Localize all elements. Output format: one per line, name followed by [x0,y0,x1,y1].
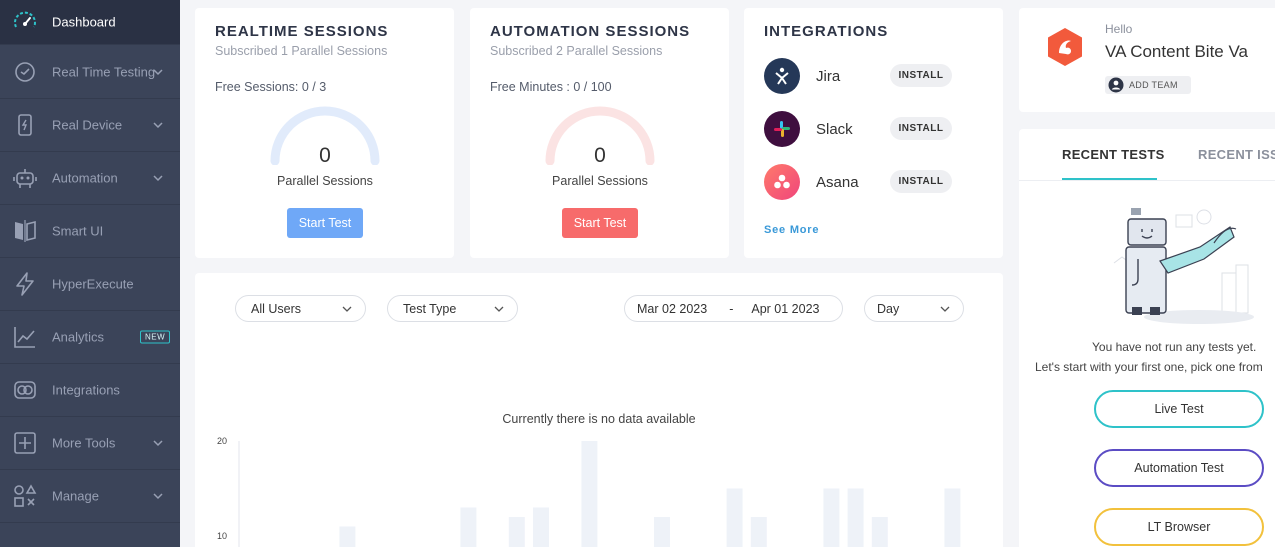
tab-recent-tests[interactable]: RECENT TESTS [1062,147,1165,162]
gauge-label: Parallel Sessions [277,174,373,188]
compare-icon [12,218,38,244]
install-jira-button[interactable]: INSTALL [890,64,952,87]
slack-icon [764,111,800,147]
gauge-label: Parallel Sessions [552,174,648,188]
sidebar: Dashboard Real Time Testing Real Device … [0,0,180,547]
sidebar-item-automation[interactable]: Automation [0,152,180,205]
sidebar-item-manage[interactable]: Manage [0,470,180,523]
active-tab-indicator [1062,178,1157,180]
chart-bar [847,488,864,547]
integration-jira: Jira INSTALL [764,58,984,96]
chevron-down-icon [153,440,163,447]
sidebar-item-real-time-testing[interactable]: Real Time Testing [0,46,180,99]
clock-icon [12,59,38,85]
sidebar-item-label: Real Time Testing [52,64,156,80]
chart-bar [654,517,670,547]
sidebar-item-label: Analytics [52,329,105,345]
chevron-down-icon [153,69,163,76]
automation-test-button[interactable]: Automation Test [1094,449,1264,487]
user-icon [1108,77,1124,93]
chart-bar [581,441,598,547]
sidebar-item-integrations[interactable]: Integrations [0,364,180,417]
test-analytics-card: All Users Test Type Mar 02 2023 - Apr 01… [195,273,1003,547]
user-card: Hello VA Content Bite Va ADD TEAM [1019,8,1275,112]
sidebar-item-hyperexecute[interactable]: HyperExecute [0,258,180,311]
mobile-device-icon [12,112,38,138]
free-minutes-text: Free Minutes : 0 / 100 [490,80,612,94]
user-avatar-icon [1048,28,1082,66]
start-test-button[interactable]: Start Test [287,208,363,238]
sidebar-item-smart-ui[interactable]: Smart UI [0,205,180,258]
sidebar-item-dashboard[interactable]: Dashboard [0,0,180,45]
empty-state-line1: You have not run any tests yet. [1092,340,1257,354]
gauge-icon [12,9,38,35]
sidebar-item-label: Smart UI [52,223,104,239]
card-title: REALTIME SESSIONS [215,23,389,40]
card-subtitle: Subscribed 1 Parallel Sessions [215,44,388,58]
user-name: VA Content Bite Va [1105,42,1249,61]
card-subtitle: Subscribed 2 Parallel Sessions [490,44,663,58]
gauge-value: 0 [594,144,606,167]
integration-name: Jira [816,68,841,85]
sidebar-item-real-device[interactable]: Real Device [0,99,180,152]
chart-bar [726,488,743,547]
shapes-icon [12,483,38,509]
chevron-down-icon [153,493,163,500]
integrations-icon [12,377,38,403]
chart-line-icon [12,324,38,350]
sidebar-item-label: Integrations [52,382,120,398]
integrations-card: INTEGRATIONS Jira INSTALL Slack INSTALL … [744,8,1003,258]
free-sessions-text: Free Sessions: 0 / 3 [215,80,327,94]
chart-bar [460,507,477,547]
automation-sessions-card: AUTOMATION SESSIONS Subscribed 2 Paralle… [470,8,729,258]
sidebar-item-label: HyperExecute [52,276,134,292]
lt-browser-button[interactable]: LT Browser [1094,508,1264,546]
tab-divider [1019,180,1275,181]
install-asana-button[interactable]: INSTALL [890,170,952,193]
install-slack-button[interactable]: INSTALL [890,117,952,140]
sidebar-item-label: Automation [52,170,118,186]
lightning-icon [12,271,38,297]
asana-icon [764,164,800,200]
jira-icon [764,58,800,94]
chart-bar [823,488,840,547]
robot-icon [12,165,38,191]
start-test-button[interactable]: Start Test [562,208,638,238]
integration-slack: Slack INSTALL [764,111,984,149]
tab-recent-issues[interactable]: RECENT ISSUES [1198,147,1275,162]
sidebar-item-label: Manage [52,488,99,504]
card-title: AUTOMATION SESSIONS [490,23,691,40]
robot-illustration [1113,208,1254,324]
gauge-value: 0 [319,144,331,167]
chart-bar [339,526,356,547]
plus-square-icon [12,430,38,456]
card-title: INTEGRATIONS [764,23,889,40]
sidebar-item-label: Dashboard [52,14,116,30]
sidebar-item-label: Real Device [52,117,123,133]
chevron-down-icon [153,122,163,129]
see-more-link[interactable]: See More [764,224,819,236]
chart-bar [508,517,525,547]
chart-bar [871,517,888,547]
chevron-down-icon [153,175,163,182]
sidebar-item-more-tools[interactable]: More Tools [0,417,180,470]
greeting-text: Hello [1105,22,1133,36]
sidebar-item-label: More Tools [52,435,116,451]
chart-bar [533,507,549,547]
live-test-button[interactable]: Live Test [1094,390,1264,428]
add-team-button[interactable]: ADD TEAM [1105,76,1191,94]
integration-name: Slack [816,121,853,138]
chart-bar [750,517,767,547]
new-badge: NEW [140,330,171,344]
integration-name: Asana [816,174,859,191]
empty-state-line2: Let's start with your first one, pick on… [1035,360,1263,374]
add-team-label: ADD TEAM [1129,80,1178,90]
tests-bar-chart [238,441,961,547]
sidebar-item-analytics[interactable]: Analytics NEW [0,311,180,364]
chart-bar [944,488,961,547]
realtime-sessions-card: REALTIME SESSIONS Subscribed 1 Parallel … [195,8,454,258]
integration-asana: Asana INSTALL [764,164,984,202]
